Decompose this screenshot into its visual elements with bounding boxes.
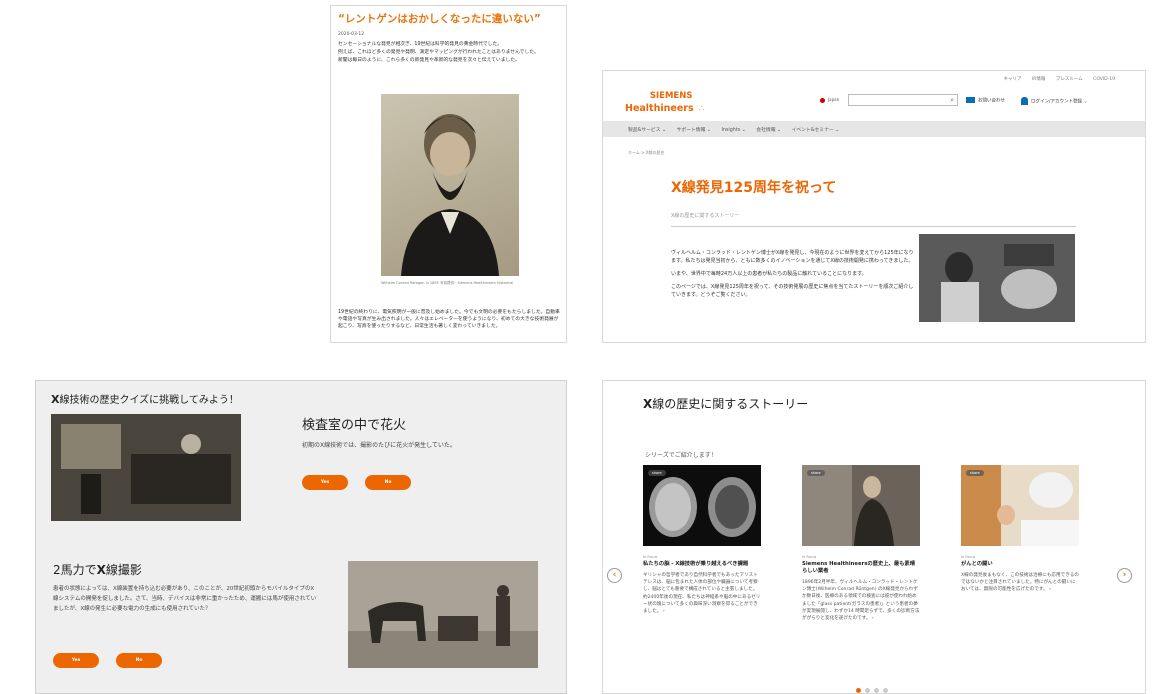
stories-title-text: 線の歴史に関するストーリー [652,397,809,411]
historic-scientist-photo: share [802,465,920,546]
story-card[interactable]: share In Focus がんとの闘い X線の発見後まもなく、この技術は治療… [961,465,1079,594]
nav-insights[interactable]: Insights ⌄ [721,128,745,133]
divider [671,226,1076,227]
portrait-caption: Wilhelm Conrad Röntgen in 1895 写真提供：Siem… [381,281,514,285]
read-more-arrow-icon[interactable]: › [663,609,665,614]
siemens-healthineers-logo[interactable]: SIEMENS Healthineers ∴ [625,91,704,114]
page-title: X線発見125周年を祝って [671,180,837,196]
pagination-dot[interactable] [865,688,870,693]
language-label: Japan [828,97,840,102]
top-link-covid[interactable]: COVID-19 [1093,77,1115,82]
historic-xray-photo [919,234,1075,322]
stories-panel: X線の歴史に関するストーリー シリーズでご紹介します！ ‹ › share In… [602,380,1146,694]
story-title[interactable]: 私たちの脳 - X線技術が乗り越えるべき課題 [643,561,761,568]
article-paragraph: センセーショナルな発見が相次ぎ、19世紀は科学的発見の黄金時代でした。 [338,42,503,47]
stories-title-x: X [643,397,653,411]
story-tag: In Focus [802,555,817,559]
article-date: 2020-03-12 [338,32,365,37]
contact-link[interactable]: お問い合わせ [966,97,1005,104]
story-text-body: 1896年2月半年、ヴィルヘルム・コンラッド・レントゲン博士(Wilhelm C… [802,580,920,622]
horse-xray-cart-photo [348,561,538,668]
intro-paragraph: いまや、世界中で毎時24万人以上の患者が私たちの製品に触れていることになります。 [671,271,867,277]
question2-no-button[interactable]: No [116,653,162,668]
top-links: キャリア IR情報 プレスルーム COVID-19 [995,76,1115,82]
carousel-prev-button[interactable]: ‹ [607,568,622,583]
read-more-arrow-icon[interactable]: › [1049,587,1051,592]
page-subtitle: X線の歴史に関するストーリー [671,213,740,219]
top-link-press[interactable]: プレスルーム [1056,77,1083,82]
intro-paragraph: ヴィルヘルム・コンラッド・レントゲン博士がX線を発見し、今現在のように世界を変え… [671,250,914,264]
top-link-ir[interactable]: IR情報 [1032,77,1045,82]
question1-text: 初期のX線技術では、撮影のたびに花火が発生していた。 [302,442,456,449]
question1-title: 検査室の中で花火 [302,418,407,433]
chevron-down-icon: ⌄ [1083,99,1088,105]
roentgen-portrait-image [381,94,519,276]
question2-text: 患者の状態によっては、X線装置を持ち込む必要があり、このことが、20世紀初頭から… [53,586,317,612]
story-text-body: X線の発見後まもなく、この技術は治療にも応用できるのではないかと注目されていまし… [961,573,1079,593]
breadcrumb[interactable]: ホーム > X線の歴史 [628,150,665,156]
logo-siemens: SIEMENS [649,91,693,101]
question2-title: 2馬力でX線撮影 [53,561,142,578]
logo-healthineers: Healthineers [625,103,694,114]
lab-fireworks-photo [51,414,241,521]
login-link[interactable]: ログイン/アカウント登録 ⌄ [1021,97,1087,105]
read-more-arrow-icon[interactable]: › [872,616,874,621]
story-title[interactable]: がんとの闘い [961,561,1079,568]
login-label: ログイン/アカウント登録 [1031,99,1083,105]
question1-yes-button[interactable]: Yes [302,475,348,490]
question2-yes-button[interactable]: Yes [53,653,99,668]
quiz-title-text: 線技術の歴史クイズに挑戦してみよう！ [59,395,239,406]
quiz-panel: X線技術の歴史クイズに挑戦してみよう！ 検査室の中で花火 初期のX線技術では、撮… [35,380,567,694]
language-selector[interactable]: Japan [820,97,839,103]
article-panel: “レントゲンはおかしくなったに違いない” 2020-03-12 センセーショナル… [330,5,567,343]
nav-events[interactable]: イベント&セミナー ⌄ [792,128,840,133]
nav-support[interactable]: サポート情報 ⌄ [677,128,711,133]
question2-title-prefix: 2馬力で [53,563,97,577]
top-link-careers[interactable]: キャリア [1004,77,1022,82]
intro-text: ヴィルヘルム・コンラッド・レントゲン博士がX線を発見し、今現在のように世界を変え… [671,249,915,304]
logo-dots-icon: ∴ [698,104,705,114]
pagination-dot[interactable] [874,688,879,693]
article-body: センセーショナルな発見が相次ぎ、19世紀は科学的発見の黄金時代でした。 例えば、… [338,41,559,64]
story-text: ギリシャの哲学者であり自然科学者でもあったアリストテレスは、脳に包まれた人体の部… [643,572,761,615]
question1-no-button[interactable]: No [365,475,411,490]
share-button[interactable]: share [648,470,666,476]
story-text: X線の発見後まもなく、この技術は治療にも応用できるのではないかと注目されていまし… [961,572,1079,594]
nav-products[interactable]: 製品&サービス ⌄ [628,128,666,133]
story-tag: In Focus [961,555,976,559]
story-card[interactable]: share In Focus Siemens Healthineersの歴史上、… [802,465,920,622]
mail-icon [966,97,975,103]
radiotherapy-photo: share [961,465,1079,546]
pagination-dot[interactable] [883,688,888,693]
story-card[interactable]: share In Focus 私たちの脳 - X線技術が乗り越えるべき課題 ギリ… [643,465,761,615]
story-title[interactable]: Siemens Healthineersの歴史上、最も素晴らしい業者 [802,561,920,575]
main-nav: 製品&サービス ⌄ サポート情報 ⌄ Insights ⌄ 会社情報 ⌄ イベン… [603,121,1145,137]
article-paragraph: 新聞は毎日のように、これら多くの新発見や革新的な発見を次々と伝えていました。 [338,58,520,63]
brain-scan-image: share [643,465,761,546]
quiz-title: X線技術の歴史クイズに挑戦してみよう！ [51,391,239,406]
intro-paragraph: このページでは、X線発見125周年を祝って、その技術発展の歴史に焦点を当てたスト… [671,284,914,298]
search-input[interactable]: ⌕ [848,94,958,106]
nav-company[interactable]: 会社情報 ⌄ [756,128,781,133]
japan-flag-icon [820,97,825,103]
share-button[interactable]: share [807,470,825,476]
series-label: シリーズでご紹介します！ [645,452,717,459]
siemens-page-panel: キャリア IR情報 プレスルーム COVID-19 SIEMENS Health… [602,70,1146,343]
article-paragraph: 例えば、これほど多くの発見や発明、測定やマッピングが行われたことはありませんでし… [338,50,539,55]
carousel-pagination [856,678,892,693]
article-title: “レントゲンはおかしくなったに違いない” [338,13,541,25]
pagination-dot-active[interactable] [856,688,861,693]
story-text: 1896年2月半年、ヴィルヘルム・コンラッド・レントゲン博士(Wilhelm C… [802,579,920,622]
share-button[interactable]: share [966,470,984,476]
carousel-next-button[interactable]: › [1117,568,1132,583]
stories-title: X線の歴史に関するストーリー [643,395,808,412]
story-tag: In Focus [643,555,658,559]
search-icon[interactable]: ⌕ [950,96,954,105]
article-closing: 19世紀の終わりに、電気照明が一般に普及し始めました。今でも文明の必要をもたらし… [338,310,560,329]
story-text-body: ギリシャの哲学者であり自然科学者でもあったアリストテレスは、脳に包まれた人体の部… [643,573,761,615]
question2-title-x: X [96,563,106,577]
contact-label: お問い合わせ [978,98,1005,104]
question2-title-rest: 線撮影 [105,563,142,577]
user-icon [1021,97,1028,105]
